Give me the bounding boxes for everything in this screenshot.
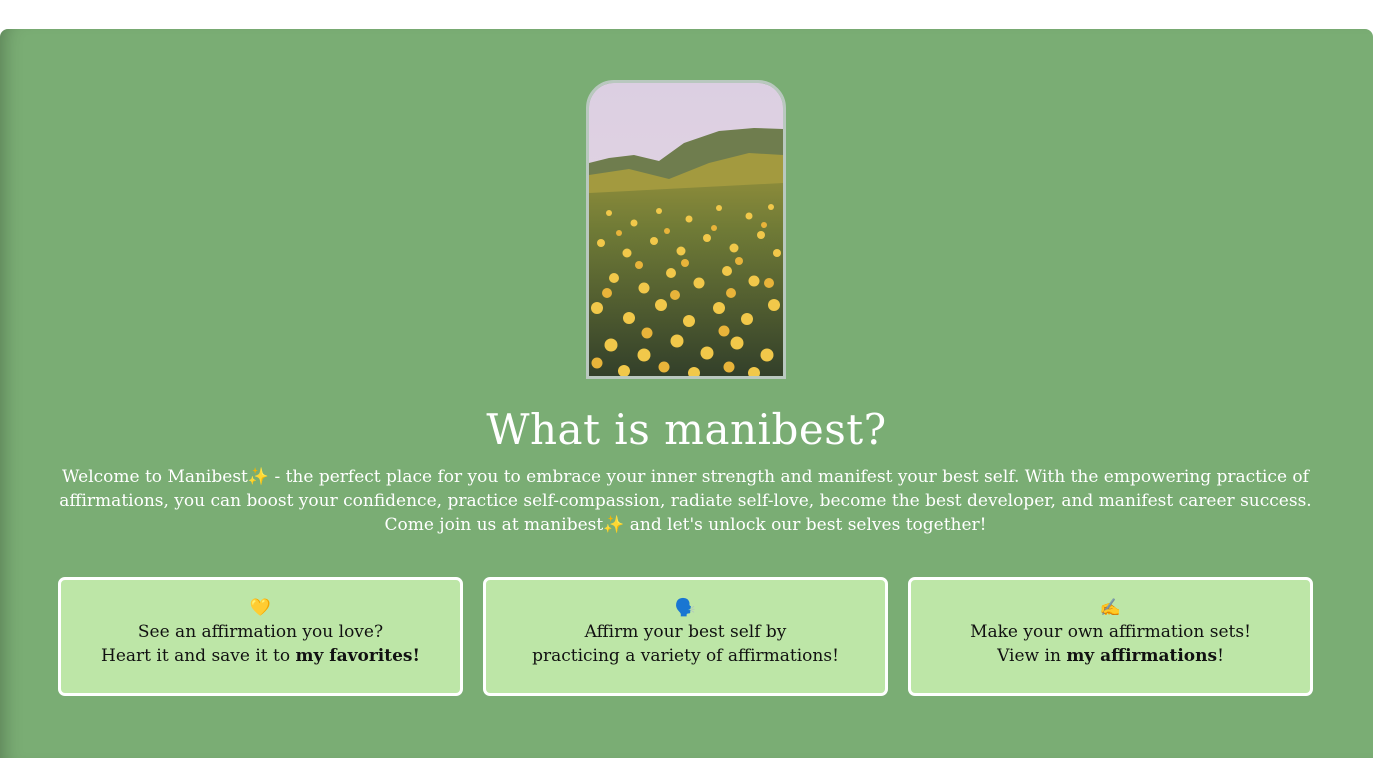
card-line2-prefix: Heart it and save it to <box>101 646 296 666</box>
intro-paragraph: Welcome to Manibest✨ - the perfect place… <box>50 465 1321 537</box>
card-line1: See an affirmation you love? <box>137 622 384 642</box>
sparkle-icon: ✨ <box>247 467 270 487</box>
page-title: What is manibest? <box>486 405 887 454</box>
writing-hand-icon: ✍️ <box>1099 598 1122 618</box>
feature-card-my-affirmations[interactable]: ✍️ Make your own affirmation sets! View … <box>908 577 1313 696</box>
favorites-link[interactable]: my favorites! <box>296 646 420 666</box>
feature-card-practice[interactable]: 🗣️ Affirm your best self by practicing a… <box>483 577 888 696</box>
flower-field-image <box>586 80 786 379</box>
sparkle-icon: ✨ <box>603 515 625 535</box>
intro-text-part3: and let's unlock our best selves togethe… <box>624 515 987 535</box>
speaking-head-icon: 🗣️ <box>674 598 697 618</box>
intro-text-part1: Welcome to Manibest <box>62 467 248 487</box>
card-line1: Make your own affirmation sets! <box>970 622 1251 642</box>
card-line1: Affirm your best self by <box>584 622 787 642</box>
card-line2-prefix: View in <box>997 646 1067 666</box>
yellow-heart-icon: 💛 <box>249 598 272 618</box>
feature-card-favorites[interactable]: 💛 See an affirmation you love? Heart it … <box>58 577 463 696</box>
card-line2: practicing a variety of affirmations! <box>532 646 839 666</box>
my-affirmations-link[interactable]: my affirmations <box>1066 646 1217 666</box>
hero-panel: What is manibest? Welcome to Manibest✨ -… <box>0 29 1373 758</box>
card-line2-suffix: ! <box>1217 646 1224 666</box>
